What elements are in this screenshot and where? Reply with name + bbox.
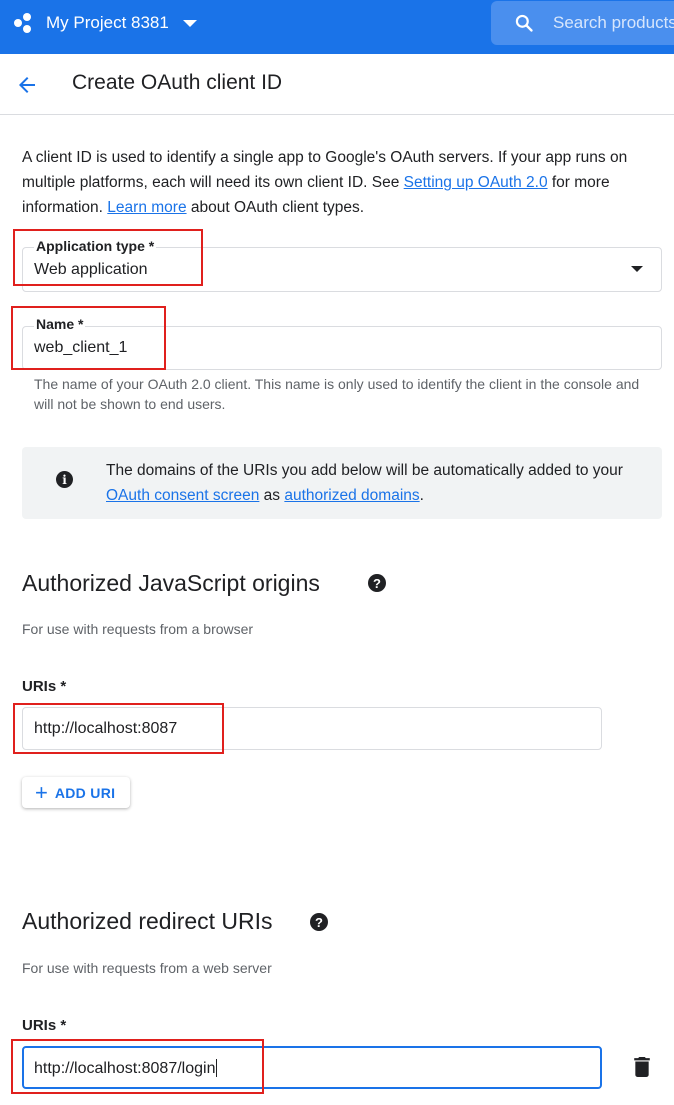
dropdown-arrow-icon[interactable] [631,266,643,272]
intro-paragraph: A client ID is used to identify a single… [22,145,662,220]
learn-more-link[interactable]: Learn more [107,199,186,216]
add-uri-button[interactable]: + ADD URI [22,777,130,808]
setting-up-oauth-link[interactable]: Setting up OAuth 2.0 [404,174,548,191]
add-uri-label: ADD URI [54,784,116,801]
search-icon [507,6,541,40]
info-text: . [419,487,424,504]
redirect-uris-label: URIs * [22,1017,67,1034]
project-selector[interactable]: My Project 8381 [14,8,197,38]
redirect-uris-heading: Authorized redirect URIs [22,908,273,934]
name-helper-text: The name of your OAuth 2.0 client. This … [34,376,640,412]
help-icon[interactable]: ? [368,574,386,592]
info-text: as [259,487,285,504]
annotation-highlight [13,229,203,286]
top-app-bar: My Project 8381 Search products [0,0,674,54]
oauth-consent-screen-link[interactable]: OAuth consent screen [106,487,259,504]
annotation-highlight [11,306,166,370]
annotation-highlight [11,1039,264,1094]
info-icon: i [56,471,73,488]
project-hexagon-icon [14,12,36,34]
info-text: The domains of the URIs you add below wi… [106,462,623,479]
annotation-highlight [13,703,224,754]
intro-text: about OAuth client types. [186,199,365,216]
js-origins-subtitle: For use with requests from a browser [22,621,254,637]
trash-icon [634,1057,650,1077]
caret-down-icon [182,19,197,27]
js-origins-heading: Authorized JavaScript origins [22,570,320,596]
search-input[interactable]: Search products [491,1,674,45]
info-banner-text: The domains of the URIs you add below wi… [106,458,646,508]
back-button[interactable] [12,70,42,100]
redirect-uris-subtitle: For use with requests from a web server [22,960,272,976]
authorized-domains-link[interactable]: authorized domains [284,487,419,504]
search-placeholder: Search products [553,13,674,32]
js-origins-uris-label: URIs * [22,678,67,695]
project-name: My Project 8381 [46,13,169,32]
page-title: Create OAuth client ID [72,71,283,94]
help-icon[interactable]: ? [310,913,328,931]
page-header: Create OAuth client ID [0,54,674,115]
plus-icon: + [35,779,48,805]
delete-uri-button[interactable] [630,1055,654,1079]
arrow-back-icon [19,77,35,93]
